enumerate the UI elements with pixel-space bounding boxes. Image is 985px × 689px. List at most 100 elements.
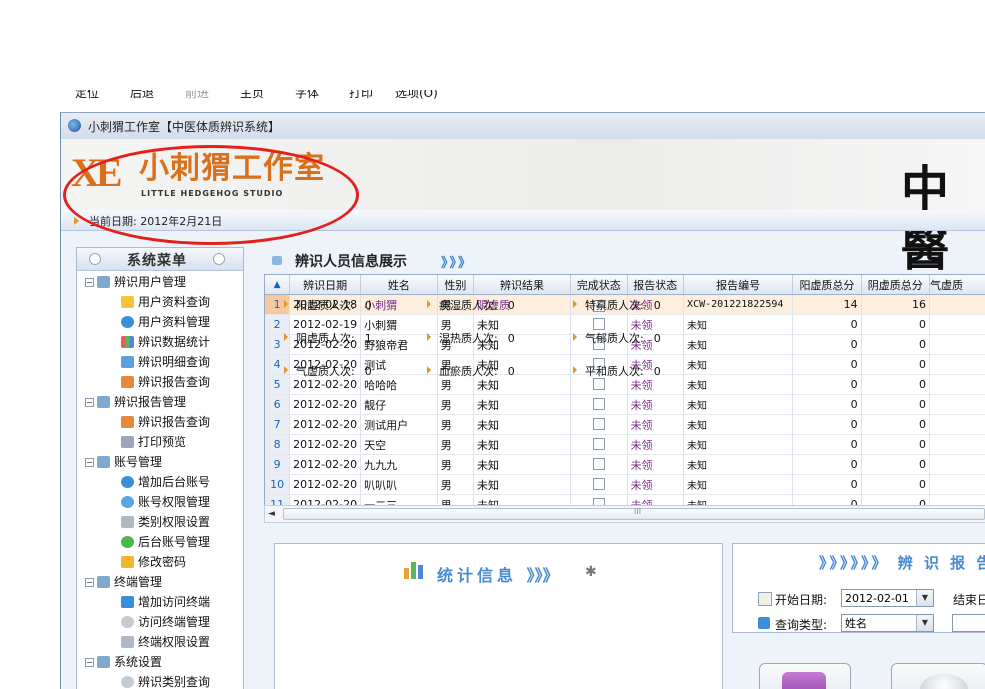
column-header[interactable]: 辨识日期 xyxy=(289,275,362,295)
cell-yin-score: 0 xyxy=(861,414,930,435)
menu-locate[interactable]: 定位 xyxy=(75,90,99,101)
column-header[interactable]: 性别 xyxy=(437,275,474,295)
scroll-left-icon[interactable]: ◄ xyxy=(268,509,275,519)
window-title: 小刺猬工作室【中医体质辨识系统】 xyxy=(88,120,281,134)
collapse-icon[interactable]: − xyxy=(85,658,94,667)
tree-item[interactable]: 增加访问终端 xyxy=(121,593,210,611)
column-header[interactable]: 辨识结果 xyxy=(473,275,572,295)
tree-item[interactable]: 增加后台账号 xyxy=(121,473,210,491)
start-date-value: 2012-02-01 xyxy=(845,592,909,605)
tree-item[interactable]: 辨识报告查询 xyxy=(121,413,210,431)
stat-value: 0 xyxy=(507,299,515,312)
cell-name: 测试用户 xyxy=(360,414,438,435)
chart-icon xyxy=(121,336,134,348)
stat-value: 0 xyxy=(364,299,372,312)
column-header[interactable]: 阴虚质总分 xyxy=(861,275,930,295)
tree-group-report-mgmt[interactable]: − 辨识报告管理 xyxy=(85,393,186,411)
stat-label: 平和质人次: xyxy=(585,365,644,378)
menu-back[interactable]: 后退 xyxy=(130,90,154,101)
tree-item[interactable]: 辨识报告查询 xyxy=(121,373,210,391)
cell-name: 小刺猬 xyxy=(360,294,438,315)
cell-report-status: 未领 xyxy=(627,414,685,435)
cell-qi-score xyxy=(929,474,985,495)
menu-print[interactable]: 打印 xyxy=(349,90,373,101)
cell-report-status: 未领 xyxy=(627,394,685,415)
checkbox[interactable] xyxy=(592,317,605,330)
checkbox[interactable] xyxy=(592,437,605,450)
row-number: 10 xyxy=(265,474,291,495)
collapse-icon[interactable]: − xyxy=(85,578,94,587)
tools-icon xyxy=(121,516,134,528)
table-row[interactable]: 6 2012-02-20 靓仔男未知 未领 未知 0 0 xyxy=(265,394,985,415)
report-action-button[interactable] xyxy=(759,663,851,689)
tree-item[interactable]: 辨识明细查询 xyxy=(121,353,210,371)
tree-group-system-settings[interactable]: − 系统设置 xyxy=(85,653,162,671)
query-type-label: 查询类型: xyxy=(775,618,828,632)
menu-font[interactable]: 字体 xyxy=(295,90,319,101)
column-header[interactable]: 气虚质 xyxy=(929,275,985,295)
tree-group-terminal-mgmt[interactable]: − 终端管理 xyxy=(85,573,162,591)
tree-item[interactable]: 用户资料管理 xyxy=(121,313,210,331)
collapse-icon[interactable]: − xyxy=(85,398,94,407)
table-row[interactable]: 10 2012-02-20 叭叭叭男未知 未领 未知 0 0 xyxy=(265,474,985,495)
tree-item[interactable]: 用户资料查询 xyxy=(121,293,210,311)
tree-item[interactable]: 终端权限设置 xyxy=(121,633,210,651)
checkbox[interactable] xyxy=(592,457,605,470)
arrow-icon xyxy=(427,333,431,341)
column-header[interactable]: 完成状态 xyxy=(570,275,628,295)
menu-forward[interactable]: 前进 xyxy=(185,90,209,101)
cell-report-code: 未知 xyxy=(683,454,794,475)
checkbox[interactable] xyxy=(592,397,605,410)
tree-item-label: 账号权限管理 xyxy=(138,495,211,509)
scroll-thumb[interactable]: III xyxy=(283,507,985,520)
query-type-select[interactable]: 姓名 ▼ xyxy=(841,614,934,632)
tree-item[interactable]: 修改密码 xyxy=(121,553,186,571)
horizontal-scrollbar[interactable]: ◄ III xyxy=(264,505,985,523)
checkbox[interactable] xyxy=(592,477,605,490)
column-header[interactable]: 报告编号 xyxy=(683,275,794,295)
stat-item: 湿热质人次: 0 xyxy=(427,330,515,346)
tree-item[interactable]: 打印预览 xyxy=(121,433,186,451)
start-date-picker[interactable]: 2012-02-01 ▼ xyxy=(841,589,934,607)
column-header[interactable]: 阳虚质总分 xyxy=(792,275,862,295)
statistics-title-text: 统计信息 xyxy=(437,566,518,585)
stat-value: 0 xyxy=(653,365,661,378)
chevron-down-icon[interactable]: ▼ xyxy=(916,590,933,606)
tree-item[interactable]: 辨识类别查询 xyxy=(121,673,210,689)
chevrons-icon: 》》》 xyxy=(441,256,474,271)
tree-item-label: 修改密码 xyxy=(138,555,187,569)
column-header[interactable]: 报告状态 xyxy=(627,275,685,295)
stat-label: 血瘀质人次: xyxy=(439,365,498,378)
checkbox[interactable] xyxy=(592,417,605,430)
disc-action-button[interactable] xyxy=(891,663,985,689)
end-date-input[interactable] xyxy=(952,614,985,632)
menu-options[interactable]: 选项(O) xyxy=(395,90,438,101)
tree-group-account-mgmt[interactable]: − 账号管理 xyxy=(85,453,162,471)
statistics-panel: 统计信息 》》》 ✱ 阳虚质人次: 0 痰湿质人次: 0 特禀质人次: 0 阴虚质人次: 1 湿… xyxy=(274,299,723,689)
tree-item[interactable]: 后台账号管理 xyxy=(121,533,210,551)
tree-item[interactable]: 辨识数据统计 xyxy=(121,333,210,351)
column-header[interactable]: 姓名 xyxy=(360,275,438,295)
folder-icon xyxy=(97,656,110,668)
checkbox[interactable] xyxy=(592,377,605,390)
stat-item: 阴虚质人次: 1 xyxy=(284,330,372,346)
row-header-corner[interactable]: ▲ xyxy=(265,275,291,295)
tree-item[interactable]: 类别权限设置 xyxy=(121,513,210,531)
tree-item[interactable]: 访问终端管理 xyxy=(121,613,210,631)
table-row[interactable]: 7 2012-02-20 测试用户男未知 未领 未知 0 0 xyxy=(265,414,985,435)
tree-item[interactable]: 账号权限管理 xyxy=(121,493,210,511)
arrow-icon xyxy=(284,366,288,374)
cell-yang-score: 0 xyxy=(792,394,862,415)
cell-qi-score xyxy=(929,394,985,415)
collapse-icon[interactable]: − xyxy=(85,278,94,287)
cell-yang-score: 0 xyxy=(792,374,862,395)
chevron-down-icon[interactable]: ▼ xyxy=(916,615,933,631)
table-row[interactable]: 9 2012-02-20 九九九男未知 未领 未知 0 0 xyxy=(265,454,985,475)
table-row[interactable]: 8 2012-02-20 天空男未知 未领 未知 0 0 xyxy=(265,434,985,455)
start-date-label: 开始日期: xyxy=(775,593,828,607)
collapse-icon[interactable]: − xyxy=(85,458,94,467)
window-titlebar[interactable]: 小刺猬工作室【中医体质辨识系统】 xyxy=(61,113,985,140)
menu-home[interactable]: 主页 xyxy=(240,90,264,101)
tree-group-user-mgmt[interactable]: − 辨识用户管理 xyxy=(85,273,186,291)
cell-report-status: 未领 xyxy=(627,434,685,455)
